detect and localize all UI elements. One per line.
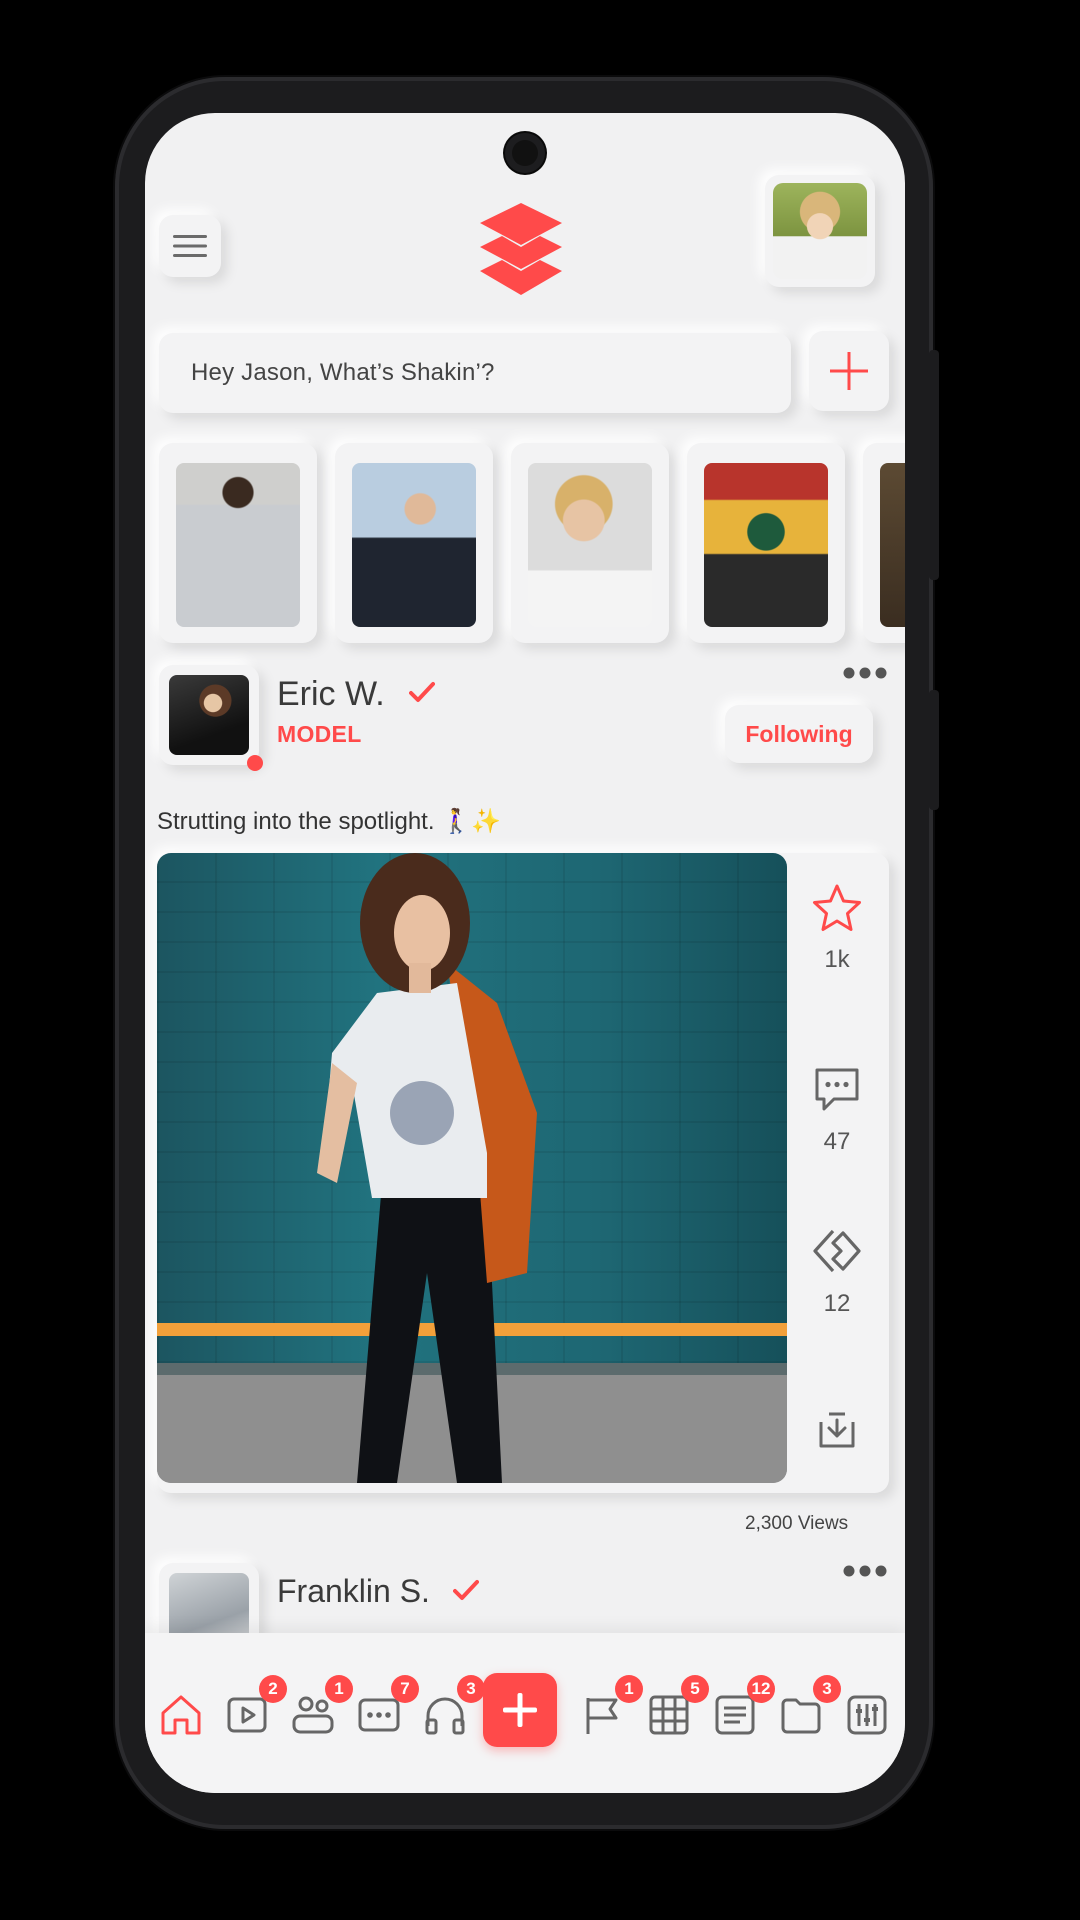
- nav-pages[interactable]: 1: [577, 1675, 643, 1741]
- view-count: 2,300 Views: [745, 1513, 849, 1534]
- sliders-icon: [847, 1695, 887, 1735]
- post-caption: Strutting into the spotlight. 🚶‍♀️✨: [157, 808, 501, 835]
- nav-badge: 12: [747, 1675, 775, 1703]
- nav-badge: 2: [259, 1675, 287, 1703]
- model-figure: [157, 853, 787, 1483]
- story-photo: [352, 463, 476, 627]
- home-icon: [161, 1695, 201, 1735]
- story-card[interactable]: [687, 443, 845, 643]
- bottom-navigation: 2 1 7 3 1 5 12 3: [145, 1633, 905, 1793]
- profile-photo: [773, 183, 867, 279]
- nav-news[interactable]: 12: [709, 1675, 775, 1741]
- app-logo-icon: [480, 203, 562, 295]
- nav-messages[interactable]: 7: [353, 1675, 419, 1741]
- story-photo: [704, 463, 828, 627]
- nav-videos[interactable]: 2: [221, 1675, 287, 1741]
- nav-settings[interactable]: [841, 1689, 893, 1741]
- more-options-icon[interactable]: [841, 1561, 889, 1581]
- post-header: Eric W. MODEL Following: [159, 665, 889, 785]
- story-photo: [528, 463, 652, 627]
- story-card[interactable]: [511, 443, 669, 643]
- author-role: MODEL: [277, 721, 362, 747]
- hamburger-icon: [173, 235, 207, 257]
- front-camera: [505, 133, 545, 173]
- nav-friends[interactable]: 1: [287, 1675, 353, 1741]
- save-action[interactable]: [787, 1408, 887, 1459]
- post-actions: 1k 47 12: [787, 853, 887, 1483]
- comment-icon: [815, 1068, 859, 1111]
- story-card[interactable]: [159, 443, 317, 643]
- nav-files[interactable]: 3: [775, 1675, 841, 1741]
- next-author-name[interactable]: Franklin S.: [277, 1573, 430, 1610]
- nav-audio[interactable]: 3: [419, 1675, 485, 1741]
- nav-badge: 1: [325, 1675, 353, 1703]
- profile-avatar[interactable]: [765, 175, 875, 287]
- share-icon: [813, 1229, 861, 1273]
- star-icon: [813, 884, 861, 931]
- post-photo[interactable]: [157, 853, 787, 1483]
- create-post-button[interactable]: [809, 331, 889, 411]
- nav-marketplace[interactable]: 5: [643, 1675, 709, 1741]
- app-screen: Hey Jason, What’s Shakin’? Eric W. MODEL…: [145, 113, 905, 1793]
- story-card[interactable]: [863, 443, 905, 643]
- volume-button: [929, 690, 939, 810]
- share-count: 12: [823, 1290, 851, 1317]
- plus-icon: [503, 1693, 537, 1727]
- download-icon: [819, 1412, 855, 1448]
- nav-home[interactable]: [155, 1689, 207, 1741]
- nav-create-button[interactable]: [483, 1673, 557, 1747]
- verified-check-icon: [409, 682, 435, 702]
- story-photo: [880, 463, 905, 627]
- nav-badge: 7: [391, 1675, 419, 1703]
- status-input[interactable]: Hey Jason, What’s Shakin’?: [159, 333, 791, 413]
- following-button[interactable]: Following: [725, 705, 873, 763]
- verified-check-icon: [453, 1580, 479, 1600]
- nav-badge: 3: [457, 1675, 485, 1703]
- power-button: [929, 350, 939, 580]
- author-name[interactable]: Eric W.: [277, 675, 385, 714]
- share-action[interactable]: 12: [787, 1225, 887, 1318]
- author-photo: [169, 675, 249, 755]
- status-placeholder: Hey Jason, What’s Shakin’?: [191, 359, 495, 386]
- like-count: 1k: [824, 946, 850, 973]
- menu-button[interactable]: [159, 215, 221, 277]
- nav-badge: 5: [681, 1675, 709, 1703]
- story-photo: [176, 463, 300, 627]
- comment-action[interactable]: 47: [787, 1065, 887, 1156]
- online-indicator: [247, 755, 263, 771]
- nav-badge: 3: [813, 1675, 841, 1703]
- post-card: 1k 47 12: [157, 853, 889, 1493]
- more-options-icon[interactable]: [841, 663, 889, 683]
- nav-badge: 1: [615, 1675, 643, 1703]
- like-action[interactable]: 1k: [787, 883, 887, 974]
- comment-count: 47: [823, 1128, 851, 1155]
- story-card[interactable]: [335, 443, 493, 643]
- author-avatar[interactable]: [159, 665, 259, 765]
- stories-row: [159, 443, 905, 643]
- plus-icon: [830, 352, 868, 390]
